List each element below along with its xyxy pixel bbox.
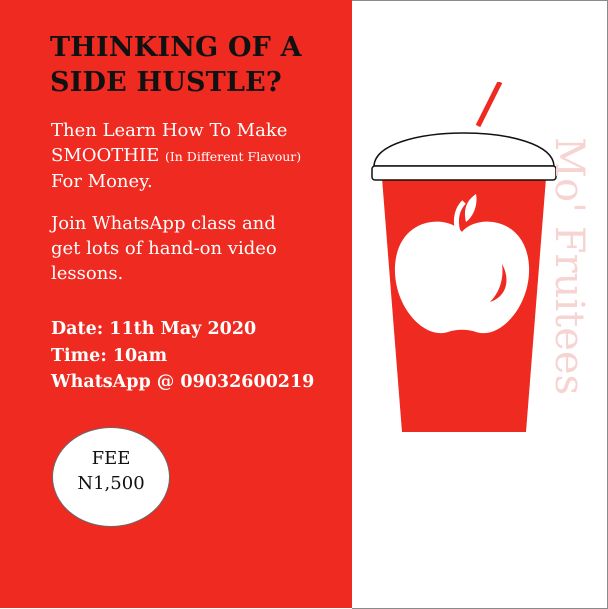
smoothie-cup-icon <box>371 82 557 432</box>
cup-lid-dome <box>373 132 555 167</box>
brand-watermark: Mo' Fruitees <box>546 137 592 396</box>
headline-line-2: SIDE HUSTLE? <box>50 67 282 98</box>
intro-line-1: Then Learn How To Make <box>51 120 288 141</box>
event-details: Date: 11th May 2020 Time: 10am WhatsApp … <box>51 316 314 396</box>
cup-lid-rim <box>371 165 557 181</box>
headline-line-1: THINKING OF A <box>50 32 302 63</box>
class-info-line-3: lessons. <box>51 263 124 284</box>
event-time: Time: 10am <box>51 345 168 366</box>
intro-line-2: SMOOTHIE (In Different Flavour) <box>51 143 351 169</box>
flyer-poster: THINKING OF A SIDE HUSTLE? Then Learn Ho… <box>0 0 608 609</box>
fee-label: FEE <box>91 448 131 469</box>
class-info-text: Join WhatsApp class and get lots of hand… <box>51 211 346 286</box>
smoothie-word: SMOOTHIE <box>51 145 160 166</box>
intro-text: Then Learn How To Make SMOOTHIE (In Diff… <box>51 118 351 194</box>
left-red-panel: THINKING OF A SIDE HUSTLE? Then Learn Ho… <box>0 0 352 608</box>
fee-badge: FEE N1,500 <box>52 427 170 527</box>
event-date: Date: 11th May 2020 <box>51 319 257 339</box>
event-contact: WhatsApp @ 09032600219 <box>51 372 315 392</box>
straw-icon <box>475 82 503 128</box>
class-info-line-2: get lots of hand-on video <box>51 238 277 259</box>
flavour-note: (In Different Flavour) <box>164 149 302 164</box>
headline: THINKING OF A SIDE HUSTLE? <box>50 30 345 100</box>
class-info-line-1: Join WhatsApp class and <box>51 213 276 234</box>
fee-amount: N1,500 <box>77 473 145 494</box>
intro-line-3: For Money. <box>51 171 153 192</box>
